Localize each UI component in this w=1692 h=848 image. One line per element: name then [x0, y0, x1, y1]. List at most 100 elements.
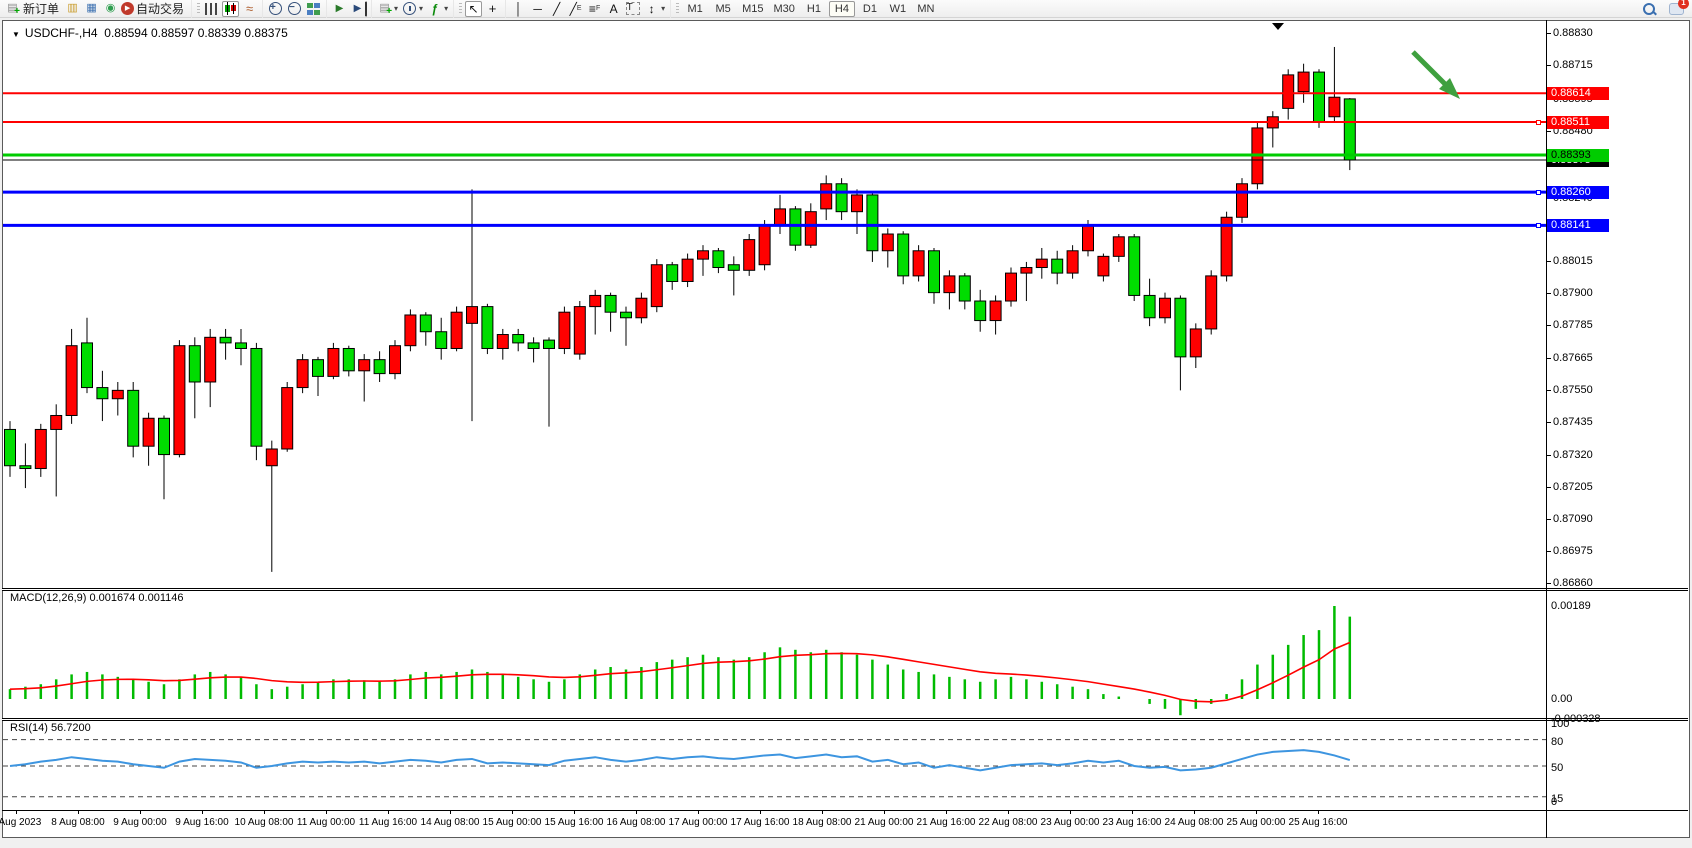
price-tick: [1546, 487, 1551, 488]
time-tick: [1132, 810, 1133, 814]
timeframe-h1[interactable]: H1: [801, 1, 827, 17]
tile-windows-icon[interactable]: [305, 1, 322, 17]
zoom-out-icon[interactable]: −: [286, 1, 303, 17]
timeframe-mn[interactable]: MN: [913, 1, 939, 17]
trendline-tool-icon[interactable]: ╱: [548, 1, 565, 17]
rsi-label: RSI(14) 56.7200: [10, 722, 91, 734]
price-tick: [1546, 325, 1551, 326]
hline-price-label: 0.88511: [1547, 116, 1609, 129]
candlestick-mode-icon[interactable]: [222, 1, 239, 17]
candles-glyph: [224, 2, 237, 15]
toolbar-right: 1: [1639, 1, 1692, 17]
price-tick-label: 0.87785: [1553, 319, 1593, 331]
autotrading-icon[interactable]: ▶: [121, 2, 134, 15]
periods-dropdown-icon[interactable]: ▾: [419, 4, 423, 13]
toolbar-group-scroll: ▶ ▶: [326, 0, 371, 18]
ohlc-quote-line: 0.88594 0.88597 0.88339 0.88375: [104, 26, 288, 40]
arrows-tool-icon[interactable]: ↕: [643, 1, 660, 17]
hline-price-label: 0.88614: [1547, 87, 1609, 100]
chart-window-icon[interactable]: ▦: [83, 1, 100, 17]
plus-overlay-icon: +: [14, 7, 20, 17]
toolbar-group-trade: ▤+ 新订单 ▥ ▦ ◉ ▶ 自动交易: [0, 0, 191, 18]
fibonacci-tool-icon[interactable]: ≡F: [586, 1, 603, 17]
toolbar-group-objects: ▤+ ▾ ▾ ƒ ▾: [371, 0, 453, 18]
line-handle[interactable]: [1536, 190, 1541, 195]
price-tick: [1546, 455, 1551, 456]
time-tick: [574, 810, 575, 814]
auto-scroll-icon[interactable]: ▶: [331, 1, 348, 17]
periods-clock-icon[interactable]: [401, 1, 418, 17]
new-order-icon[interactable]: ▤+: [4, 1, 21, 17]
time-tick: [264, 810, 265, 814]
text-tool-icon[interactable]: A: [605, 1, 622, 17]
main-macd-divider[interactable]: [2, 588, 1688, 591]
time-tick: [1256, 810, 1257, 814]
chart-title: ▼USDCHF-,H4 0.88594 0.88597 0.88339 0.88…: [12, 26, 288, 40]
price-tick: [1546, 131, 1551, 132]
price-tick: [1546, 519, 1551, 520]
timeframe-m15[interactable]: M15: [738, 1, 767, 17]
bars-glyph: [205, 3, 218, 15]
new-chart-dropdown-icon[interactable]: ▾: [394, 4, 398, 13]
macd-rsi-divider[interactable]: [2, 718, 1688, 721]
price-tick: [1546, 551, 1551, 552]
refresh-icon[interactable]: ◉: [102, 1, 119, 17]
autotrading-label[interactable]: 自动交易: [136, 0, 184, 17]
zoom-in-icon[interactable]: +: [267, 1, 284, 17]
timeframe-h4[interactable]: H4: [829, 1, 855, 17]
time-tick: [78, 810, 79, 814]
line-chart-mode-icon[interactable]: ≈: [241, 1, 258, 17]
macd-axis-label: 0.00: [1551, 693, 1572, 705]
toolbar-group-zoom: + −: [262, 0, 326, 18]
price-tick-label: 0.86860: [1553, 577, 1593, 589]
search-icon[interactable]: [1640, 1, 1657, 17]
toolbar-grip: [197, 3, 200, 15]
vertical-line-tool-icon[interactable]: │: [510, 1, 527, 17]
new-order-label[interactable]: 新订单: [23, 0, 59, 17]
price-tick: [1546, 33, 1551, 34]
chat-icon[interactable]: 1: [1668, 1, 1685, 17]
chart-shift-icon[interactable]: ▶: [350, 1, 367, 17]
hline-price-label: 0.88141: [1547, 219, 1609, 232]
price-tick: [1546, 65, 1551, 66]
time-tick: [884, 810, 885, 814]
timeframe-m30[interactable]: M30: [770, 1, 799, 17]
time-tick: [698, 810, 699, 814]
time-tick: [326, 810, 327, 814]
indicators-dropdown-icon[interactable]: ▾: [444, 4, 448, 13]
market-watch-icon[interactable]: ▥: [64, 1, 81, 17]
macd-label: MACD(12,26,9) 0.001674 0.001146: [10, 592, 183, 604]
indicators-icon[interactable]: ƒ: [426, 1, 443, 17]
timeframe-m5[interactable]: M5: [710, 1, 736, 17]
bar-chart-mode-icon[interactable]: [203, 1, 220, 17]
crosshair-icon[interactable]: +: [484, 1, 501, 17]
price-tick: [1546, 293, 1551, 294]
price-tick-label: 0.87900: [1553, 287, 1593, 299]
channel-tool-icon[interactable]: ╱E: [567, 1, 584, 17]
time-tick: [512, 810, 513, 814]
price-tick-label: 0.87435: [1553, 416, 1593, 428]
price-tick-label: 0.87090: [1553, 513, 1593, 525]
toolbar-group-cursor: ↖ +: [453, 0, 505, 18]
price-tick-label: 0.87665: [1553, 352, 1593, 364]
timeframe-w1[interactable]: W1: [885, 1, 911, 17]
price-tick-label: 0.87320: [1553, 449, 1593, 461]
text-label-tool-icon[interactable]: T: [624, 1, 641, 17]
price-tick-label: 0.88830: [1553, 27, 1593, 39]
cursor-icon[interactable]: ↖: [465, 1, 482, 17]
chart-title-dropdown-icon[interactable]: ▼: [12, 30, 20, 39]
timeframe-group: M1M5M15M30H1H4D1W1MN: [670, 0, 943, 18]
price-tick: [1546, 422, 1551, 423]
toolbar-grip: [459, 3, 462, 15]
line-handle[interactable]: [1536, 223, 1541, 228]
rsi-axis-label: 100: [1551, 718, 1569, 730]
arrows-dropdown-icon[interactable]: ▾: [661, 4, 665, 13]
rsi-axis-label: 0: [1551, 796, 1557, 808]
new-chart-icon[interactable]: ▤+: [376, 1, 393, 17]
price-tick-label: 0.88015: [1553, 255, 1593, 267]
horizontal-line-tool-icon[interactable]: ─: [529, 1, 546, 17]
chart-window[interactable]: [2, 20, 1690, 838]
line-handle[interactable]: [1536, 120, 1541, 125]
timeframe-d1[interactable]: D1: [857, 1, 883, 17]
timeframe-m1[interactable]: M1: [682, 1, 708, 17]
